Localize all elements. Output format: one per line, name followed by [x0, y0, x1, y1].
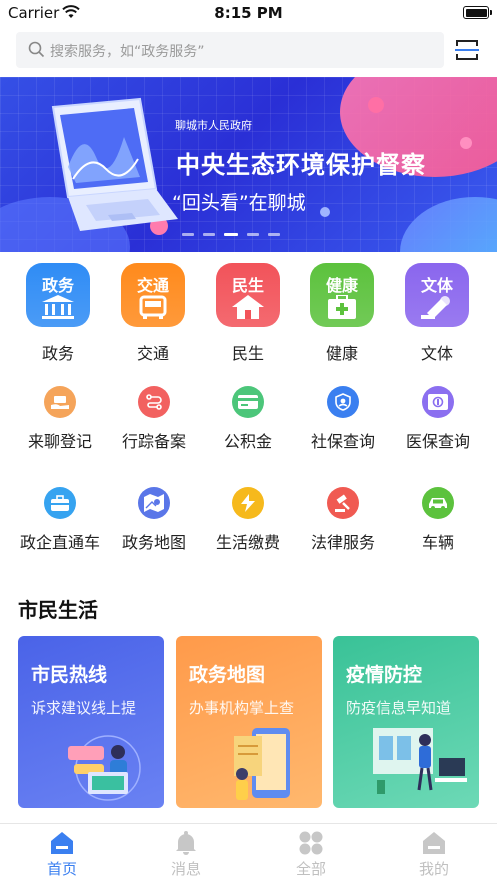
card-title: 政务地图 — [189, 664, 266, 686]
category-0[interactable]: 政务 政务 — [24, 263, 92, 364]
service-item[interactable]: 法律服务 — [294, 487, 392, 553]
category-label: 交通 — [136, 344, 169, 363]
hand-card-icon — [44, 386, 76, 418]
service-label: 生活缴费 — [215, 533, 280, 552]
category-3[interactable]: 健康 健康 — [308, 263, 376, 364]
lightning-icon — [232, 487, 264, 519]
carousel-dot[interactable] — [203, 233, 215, 236]
service-item[interactable]: 来聊登记 — [11, 386, 109, 452]
shield-people-icon — [327, 386, 359, 418]
operator-illustration — [58, 728, 148, 808]
tab-label: 我的 — [418, 860, 449, 878]
category-label: 政务 — [41, 344, 74, 363]
grid-icon — [297, 830, 325, 856]
card-desc: 诉求建议线上提 — [31, 699, 137, 717]
card-title: 疫情防控 — [346, 664, 423, 686]
service-label: 政务地图 — [121, 533, 186, 552]
briefcase-icon — [44, 487, 76, 519]
category-2[interactable]: 民生 民生 — [214, 263, 282, 364]
category-tile-text: 交通 — [136, 276, 169, 295]
service-item[interactable]: 政企直通车 — [11, 487, 109, 553]
search-icon — [28, 41, 45, 62]
category-tile-text: 健康 — [325, 276, 358, 295]
category-glyph-icon — [42, 295, 74, 323]
category-glyph-icon — [137, 295, 169, 323]
section-title: 市民生活 — [18, 598, 98, 622]
car-icon — [422, 487, 454, 519]
tab-all[interactable]: 全部 — [271, 830, 351, 879]
laptop-illustration — [28, 97, 178, 241]
card-epidemic[interactable]: 疫情防控 防疫信息早知道 — [333, 636, 479, 808]
medical-card-icon — [422, 386, 454, 418]
category-tile-icon: 交通 — [121, 263, 185, 327]
category-tile-icon: 民生 — [216, 263, 280, 327]
phone-map-illustration — [216, 728, 306, 808]
category-label: 健康 — [325, 344, 358, 363]
banner-tagline: “回头看”在聊城 — [172, 192, 306, 214]
tab-label: 消息 — [170, 860, 201, 878]
service-item[interactable]: 政务地图 — [105, 487, 203, 553]
category-label: 文体 — [420, 344, 453, 363]
category-tile-text: 文体 — [420, 276, 453, 295]
category-1[interactable]: 交通 交通 — [119, 263, 187, 364]
service-label: 医保查询 — [405, 432, 470, 451]
search-placeholder: 搜索服务，如“政务服务” — [50, 44, 205, 60]
battery-icon — [463, 6, 492, 19]
clock: 8:15 PM — [214, 4, 283, 22]
card-hotline[interactable]: 市民热线 诉求建议线上提 — [18, 636, 164, 808]
card-desc: 办事机构掌上查 — [189, 699, 295, 717]
carousel-indicator — [182, 233, 280, 236]
carousel-dot[interactable] — [182, 233, 194, 236]
tab-profile[interactable]: 我的 — [394, 830, 474, 879]
tab-messages[interactable]: 消息 — [146, 830, 226, 879]
service-item[interactable]: 生活缴费 — [199, 487, 297, 553]
banner-subtitle: 聊城市人民政府 — [175, 119, 252, 132]
card-gov-map[interactable]: 政务地图 办事机构掌上查 — [176, 636, 322, 808]
presenter-illustration — [373, 728, 469, 808]
banner-title: 中央生态环境保护督察 — [176, 151, 426, 179]
service-item[interactable]: 行踪备案 — [105, 386, 203, 452]
carousel-dot[interactable] — [247, 233, 259, 236]
promo-banner[interactable]: 聊城市人民政府 中央生态环境保护督察 “回头看”在聊城 — [0, 77, 497, 252]
profile-icon — [420, 830, 448, 856]
card-title: 市民热线 — [31, 664, 108, 686]
service-label: 车辆 — [421, 533, 454, 552]
tab-label: 首页 — [46, 860, 77, 878]
service-label: 行踪备案 — [121, 432, 186, 451]
category-tile-icon: 文体 — [405, 263, 469, 327]
service-label: 社保查询 — [310, 432, 375, 451]
route-icon — [138, 386, 170, 418]
card-icon — [232, 386, 264, 418]
category-label: 民生 — [231, 344, 264, 363]
gavel-icon — [327, 487, 359, 519]
tab-label: 全部 — [295, 860, 326, 878]
status-bar: Carrier 8:15 PM — [0, 0, 497, 26]
category-tile-icon: 政务 — [26, 263, 90, 327]
service-label: 公积金 — [223, 432, 272, 451]
category-glyph-icon — [326, 294, 358, 323]
tab-bar: 首页 消息 全部 我的 — [0, 823, 497, 883]
service-item[interactable]: 车辆 — [389, 487, 487, 553]
service-item[interactable]: 公积金 — [199, 386, 297, 452]
service-label: 政企直通车 — [19, 533, 100, 552]
category-glyph-icon — [232, 295, 264, 323]
service-item[interactable]: 社保查询 — [294, 386, 392, 452]
bell-icon — [172, 830, 200, 856]
category-tile-text: 政务 — [41, 276, 74, 295]
category-tile-text: 民生 — [231, 276, 264, 295]
category-4[interactable]: 文体 文体 — [403, 263, 471, 364]
tab-home[interactable]: 首页 — [22, 830, 102, 879]
category-tile-icon: 健康 — [310, 263, 374, 327]
home-icon — [48, 830, 76, 856]
service-label: 来聊登记 — [27, 432, 92, 451]
search-bar[interactable]: 搜索服务，如“政务服务” — [16, 32, 444, 68]
carousel-dot[interactable] — [268, 233, 280, 236]
card-desc: 防疫信息早知道 — [346, 699, 452, 717]
map-icon — [138, 487, 170, 519]
category-glyph-icon — [421, 295, 453, 323]
carousel-dot[interactable] — [224, 233, 238, 236]
scan-icon[interactable] — [455, 38, 479, 62]
service-label: 法律服务 — [310, 533, 375, 552]
service-item[interactable]: 医保查询 — [389, 386, 487, 452]
